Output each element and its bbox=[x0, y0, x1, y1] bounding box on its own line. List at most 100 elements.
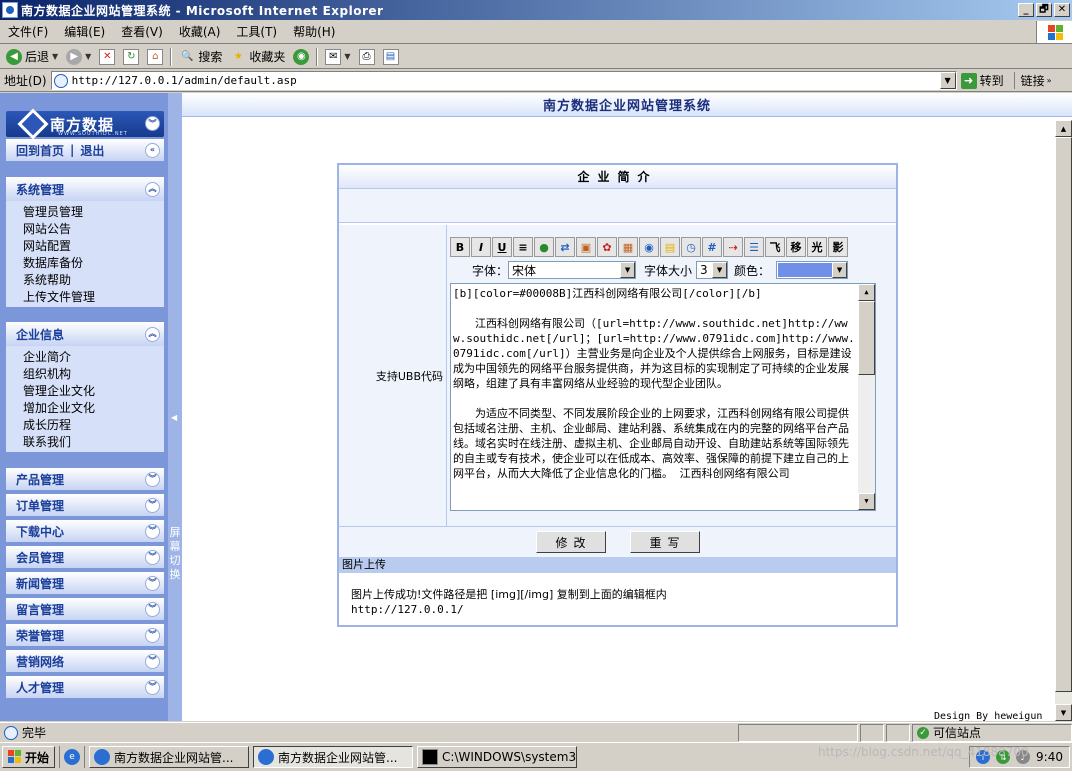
mail-button[interactable]: ✉ ▼ bbox=[321, 46, 354, 68]
menu-edit[interactable]: 编辑(E) bbox=[56, 23, 113, 40]
chevron-left-icon[interactable]: « bbox=[145, 142, 160, 158]
favorites-button[interactable]: ★ 收藏夹 bbox=[226, 46, 289, 68]
menu-favorites[interactable]: 收藏(A) bbox=[171, 23, 229, 40]
globe-link-button[interactable]: ● bbox=[534, 237, 554, 257]
scroll-up-icon[interactable]: ▲ bbox=[858, 284, 875, 301]
image-button[interactable]: ▣ bbox=[576, 237, 596, 257]
italic-button[interactable]: I bbox=[471, 237, 491, 257]
fly-button[interactable]: 飞 bbox=[765, 237, 785, 257]
underline-button[interactable]: U bbox=[492, 237, 512, 257]
window-titlebar[interactable]: 南方数据企业网站管理系统 - Microsoft Internet Explor… bbox=[0, 0, 1072, 20]
content-textarea[interactable]: [b][color=#00008B]江西科创网络有限公司[/color][/b]… bbox=[450, 283, 876, 511]
address-input[interactable]: http://127.0.0.1/admin/default.asp ▼ bbox=[50, 71, 957, 90]
network-tray-icon[interactable]: ⇅ bbox=[996, 750, 1011, 764]
home-button[interactable]: ⌂ bbox=[143, 46, 167, 68]
chevron-down-icon[interactable]: ︾ bbox=[145, 523, 160, 539]
sidebar-item-backup[interactable]: 数据库备份 bbox=[23, 255, 164, 272]
chevron-down-icon[interactable]: ▼ bbox=[712, 262, 728, 278]
chevron-down-icon[interactable]: ︾ bbox=[145, 549, 160, 565]
screen-toggle-strip[interactable] bbox=[168, 93, 182, 721]
back-button[interactable]: ◀ 后退 ▼ bbox=[2, 46, 62, 68]
shadow-button[interactable]: 影 bbox=[828, 237, 848, 257]
search-button[interactable]: 🔍 搜索 bbox=[175, 46, 226, 68]
refresh-button[interactable]: ↻ bbox=[119, 46, 143, 68]
menu-file[interactable]: 文件(F) bbox=[0, 23, 56, 40]
sidebar-item-contact[interactable]: 联系我们 bbox=[23, 434, 164, 451]
sidebar-item-culture-manage[interactable]: 管理企业文化 bbox=[23, 383, 164, 400]
move-button[interactable]: 移 bbox=[786, 237, 806, 257]
chevron-up-icon[interactable]: ︽ bbox=[145, 181, 160, 197]
chevron-down-icon[interactable]: ︾ bbox=[145, 471, 160, 487]
sidebar-section-company[interactable]: 企业信息 ︽ bbox=[6, 322, 164, 346]
sidebar-section-downloads[interactable]: 下载中心 ︾ bbox=[6, 520, 164, 542]
screen-toggle-label[interactable]: 屏幕切换 bbox=[169, 526, 181, 582]
taskbar-item-ie-2[interactable]: 南方数据企业网站管... bbox=[253, 746, 414, 768]
textarea-scrollbar[interactable]: ▲ ▼ bbox=[858, 284, 875, 510]
stop-button[interactable]: ✕ bbox=[95, 46, 119, 68]
menu-tools[interactable]: 工具(T) bbox=[228, 23, 285, 40]
scroll-down-icon[interactable]: ▼ bbox=[1055, 704, 1072, 721]
sidebar-item-history[interactable]: 成长历程 bbox=[23, 417, 164, 434]
scroll-down-icon[interactable]: ▼ bbox=[858, 493, 875, 510]
clock[interactable]: 9:40 bbox=[1036, 750, 1063, 764]
reset-button[interactable]: 重写 bbox=[629, 531, 700, 553]
code-button[interactable]: # bbox=[702, 237, 722, 257]
chevron-down-icon[interactable]: ︾ bbox=[145, 575, 160, 591]
textarea-scroll-thumb[interactable] bbox=[858, 301, 875, 375]
sidebar-section-honors[interactable]: 荣誉管理 ︾ bbox=[6, 624, 164, 646]
forward-button[interactable]: ▶ ▼ bbox=[62, 46, 95, 68]
indent-button[interactable]: ⇢ bbox=[723, 237, 743, 257]
chevron-down-icon[interactable]: ▼ bbox=[832, 262, 848, 278]
chevron-down-icon[interactable]: ︾ bbox=[145, 679, 160, 695]
sidebar-item-profile[interactable]: 企业简介 bbox=[23, 349, 164, 366]
security-zone[interactable]: ✓ 可信站点 bbox=[912, 723, 1072, 742]
color-select[interactable]: ▼ bbox=[776, 261, 849, 279]
email-link-button[interactable]: ⇄ bbox=[555, 237, 575, 257]
close-button[interactable]: ✕ bbox=[1054, 3, 1070, 17]
info-tray-icon[interactable]: i bbox=[976, 750, 991, 764]
chevron-down-icon[interactable]: ▼ bbox=[620, 262, 636, 278]
realplay-button[interactable]: ◉ bbox=[639, 237, 659, 257]
sidebar-section-members[interactable]: 会员管理 ︾ bbox=[6, 546, 164, 568]
minimize-button[interactable]: _ bbox=[1018, 3, 1034, 17]
chevron-down-icon[interactable]: ︾ bbox=[145, 497, 160, 513]
scroll-thumb[interactable] bbox=[1055, 137, 1072, 692]
clock-button[interactable]: ◷ bbox=[681, 237, 701, 257]
bold-button[interactable]: B bbox=[450, 237, 470, 257]
sidebar-section-network[interactable]: 营销网络 ︾ bbox=[6, 650, 164, 672]
taskbar-item-cmd[interactable]: C:\WINDOWS\system32... bbox=[417, 746, 578, 768]
start-button[interactable]: 开始 bbox=[2, 746, 56, 768]
sidebar-section-products[interactable]: 产品管理 ︾ bbox=[6, 468, 164, 490]
list-button[interactable]: ☰ bbox=[744, 237, 764, 257]
chevron-up-icon[interactable]: ︽ bbox=[145, 326, 160, 342]
sidebar-item-notice[interactable]: 网站公告 bbox=[23, 221, 164, 238]
menu-help[interactable]: 帮助(H) bbox=[285, 23, 343, 40]
glow-button[interactable]: 光 bbox=[807, 237, 827, 257]
menu-view[interactable]: 查看(V) bbox=[113, 23, 171, 40]
go-button[interactable]: ➜ 转到 bbox=[960, 72, 1004, 89]
sidebar-section-orders[interactable]: 订单管理 ︾ bbox=[6, 494, 164, 516]
quote-button[interactable]: ▤ bbox=[660, 237, 680, 257]
flash-button[interactable]: ✿ bbox=[597, 237, 617, 257]
print-button[interactable]: ⎙ bbox=[355, 46, 379, 68]
sidebar-section-messages[interactable]: 留言管理 ︾ bbox=[6, 598, 164, 620]
sidebar-section-news[interactable]: 新闻管理 ︾ bbox=[6, 572, 164, 594]
sidebar-section-talent[interactable]: 人才管理 ︾ bbox=[6, 676, 164, 698]
center-align-button[interactable]: ≡ bbox=[513, 237, 533, 257]
chevron-down-icon[interactable]: ︾ bbox=[145, 627, 160, 643]
chevron-down-icon[interactable]: ︾ bbox=[145, 601, 160, 617]
sidebar-item-uploads[interactable]: 上传文件管理 bbox=[23, 289, 164, 306]
submit-button[interactable]: 修改 bbox=[535, 531, 606, 553]
address-dropdown-icon[interactable]: ▼ bbox=[939, 72, 956, 89]
restore-button[interactable]: 🗗 bbox=[1036, 3, 1052, 17]
sidebar-item-help[interactable]: 系统帮助 bbox=[23, 272, 164, 289]
sidebar-section-system[interactable]: 系统管理 ︽ bbox=[6, 177, 164, 201]
sidebar-item-organization[interactable]: 组织机构 bbox=[23, 366, 164, 383]
sidebar-item-culture-add[interactable]: 增加企业文化 bbox=[23, 400, 164, 417]
sidebar-item-config[interactable]: 网站配置 bbox=[23, 238, 164, 255]
size-select[interactable]: 3 ▼ bbox=[696, 261, 729, 279]
page-scrollbar[interactable]: ▲ ▼ bbox=[1055, 120, 1072, 721]
collapse-all-icon[interactable]: ︾ bbox=[145, 116, 160, 131]
triangle-left-icon[interactable]: ◀ bbox=[171, 413, 177, 422]
ie-quicklaunch-icon[interactable]: e bbox=[64, 749, 81, 765]
